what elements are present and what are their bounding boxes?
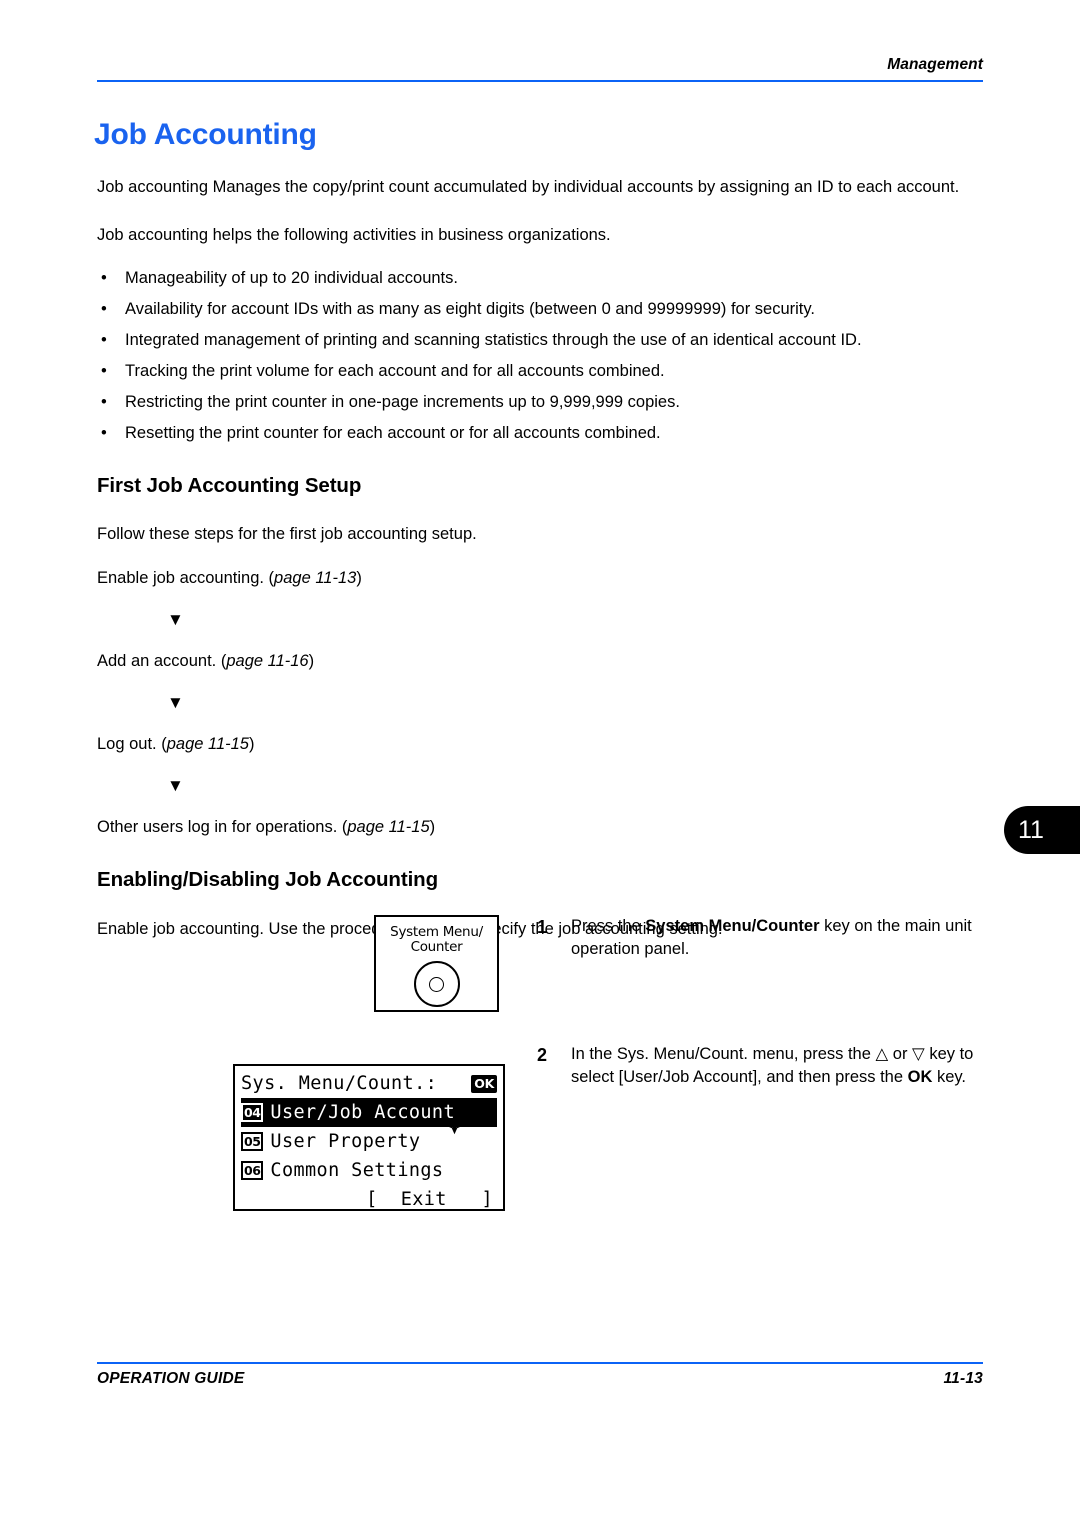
flow-step-text: Other users log in for operations. (: [97, 818, 348, 836]
section-heading-first-setup: First Job Accounting Setup: [97, 474, 362, 497]
procedure-step-2-row: 2 In the Sys. Menu/Count. menu, press th…: [97, 1043, 983, 1089]
feature-bullet-list: • Manageability of up to 20 individual ac…: [97, 267, 983, 444]
step-text: Press the System Menu/Counter key on the…: [571, 915, 983, 961]
list-item: • Integrated management of printing and s…: [97, 329, 983, 351]
flow-step-close: ): [429, 818, 436, 836]
bullet-marker-icon: •: [101, 362, 107, 380]
procedure-block: System Menu/ Counter 1 Press the System …: [97, 915, 983, 1089]
lcd-exit-label: [ Exit ]: [366, 1189, 493, 1210]
lcd-item-label: User/Job Account: [270, 1102, 456, 1123]
step2-text-c: key.: [932, 1068, 966, 1086]
lcd-exit-softkey[interactable]: [ Exit ]: [241, 1185, 497, 1214]
step-text: In the Sys. Menu/Count. menu, press the …: [571, 1043, 983, 1089]
lcd-item-number: 05: [241, 1132, 264, 1151]
system-menu-key-dot-icon: [429, 976, 444, 992]
header-rule: [97, 80, 983, 82]
footer-rule: [97, 1362, 983, 1364]
step1-text-a: Press the: [571, 917, 646, 935]
flow-step-close: ): [249, 735, 255, 753]
lcd-item-number: 06: [241, 1161, 264, 1180]
flow-step-text: Log out. (: [97, 735, 167, 753]
flow-step-add-account: Add an account. (page 11-16): [97, 650, 983, 672]
list-item-label: Restricting the print counter in one-pag…: [125, 393, 680, 411]
section-heading-enabling: Enabling/Disabling Job Accounting: [97, 868, 439, 891]
system-menu-key-label-line1: System Menu/: [390, 924, 483, 940]
intro-paragraph-2: Job accounting helps the following activ…: [97, 226, 611, 244]
procedure-step-1-text: 1 Press the System Menu/Counter key on t…: [537, 915, 983, 961]
list-item-label: Integrated management of printing and sc…: [125, 331, 862, 349]
system-menu-key-figure: System Menu/ Counter: [97, 915, 537, 1012]
lcd-title-row: Sys. Menu/Count.: OK: [241, 1069, 497, 1135]
lcd-ok-badge-icon: OK: [471, 1074, 497, 1093]
flow-arrow-down-icon: ▼: [167, 776, 184, 795]
document-page: Management Job Accounting Job accounting…: [0, 0, 1080, 1527]
bullet-marker-icon: •: [101, 331, 107, 349]
lcd-screen: Sys. Menu/Count.: OK 04 User/Job Account …: [233, 1064, 505, 1211]
list-item-label: Availability for account IDs with as man…: [125, 300, 816, 318]
bullet-marker-icon: •: [101, 269, 107, 287]
chapter-tab: 11: [1004, 806, 1080, 854]
bullet-marker-icon: •: [101, 300, 107, 318]
flow-step-close: ): [308, 652, 315, 670]
step2-text-or: or: [888, 1045, 913, 1063]
lcd-title-text: Sys. Menu/Count.:: [241, 1073, 438, 1094]
list-item: • Availability for account IDs with as ma…: [97, 298, 983, 320]
flow-arrow-down-icon: ▼: [167, 610, 184, 629]
flow-step-page-ref: page 11-16: [226, 652, 309, 670]
chapter-tab-number: 11: [1018, 815, 1044, 844]
flow-step-page-ref: page 11-15: [347, 818, 430, 836]
list-item: • Resetting the print counter for each ac…: [97, 422, 983, 444]
list-item: • Restricting the print counter in one-pa…: [97, 391, 983, 413]
page-title: Job Accounting: [94, 118, 317, 151]
flow-step-enable: Enable job accounting. (page 11-13): [97, 567, 983, 589]
step-number: 2: [537, 1045, 548, 1065]
page-header: Management: [97, 55, 983, 82]
flow-step-close: ): [356, 569, 362, 587]
step2-text-a: In the Sys. Menu/Count. menu, press the: [571, 1045, 876, 1063]
first-setup-intro: Follow these steps for the first job acc…: [97, 525, 477, 543]
step-number: 1: [537, 917, 548, 937]
lcd-item-label: Common Settings: [270, 1160, 444, 1181]
page-footer: OPERATION GUIDE 11-13: [97, 1362, 983, 1388]
nav-diamond-icon: [445, 1074, 464, 1135]
list-item-label: Manageability of up to 20 individual acc…: [125, 269, 458, 287]
flow-arrow-down-icon: ▼: [167, 693, 184, 712]
arrow-down-icon: ▽: [912, 1045, 925, 1063]
system-menu-counter-key: System Menu/ Counter: [374, 915, 499, 1012]
flow-step-other-users: Other users log in for operations. (page…: [97, 816, 983, 838]
system-menu-key-ring-icon: [413, 961, 460, 1007]
flow-step-text: Enable job accounting. (: [97, 569, 275, 587]
bullet-marker-icon: •: [101, 393, 107, 411]
procedure-step-1-row: System Menu/ Counter 1 Press the System …: [97, 915, 983, 1012]
flow-step-page-ref: page 11-15: [166, 735, 249, 753]
header-section-label: Management: [887, 56, 983, 73]
lcd-item-number: 04: [241, 1103, 264, 1122]
list-item-label: Resetting the print counter for each acc…: [125, 424, 661, 442]
footer-guide-label: OPERATION GUIDE: [97, 1370, 245, 1387]
step2-bold-ok-key: OK: [907, 1068, 933, 1086]
step1-bold-key-name: System Menu/Counter: [645, 917, 820, 935]
page-body: Job accounting Manages the copy/print co…: [97, 175, 983, 941]
bullet-marker-icon: •: [101, 424, 107, 442]
flow-step-text: Add an account. (: [97, 652, 227, 670]
lcd-screen-wrapper: Sys. Menu/Count.: OK 04 User/Job Account …: [233, 1064, 505, 1211]
list-item-label: Tracking the print volume for each accou…: [125, 362, 665, 380]
list-item: • Tracking the print volume for each acco…: [97, 360, 983, 382]
system-menu-key-label-line2: Counter: [410, 939, 463, 955]
procedure-step-2-text: 2 In the Sys. Menu/Count. menu, press th…: [537, 1043, 983, 1089]
flow-step-page-ref: page 11-13: [274, 569, 357, 587]
flow-step-log-out: Log out. (page 11-15): [97, 733, 983, 755]
list-item: • Manageability of up to 20 individual ac…: [97, 267, 983, 289]
intro-paragraph-1: Job accounting Manages the copy/print co…: [97, 178, 960, 196]
arrow-up-icon: △: [875, 1045, 889, 1063]
footer-page-number: 11-13: [943, 1370, 983, 1387]
lcd-item-label: User Property: [270, 1131, 421, 1152]
